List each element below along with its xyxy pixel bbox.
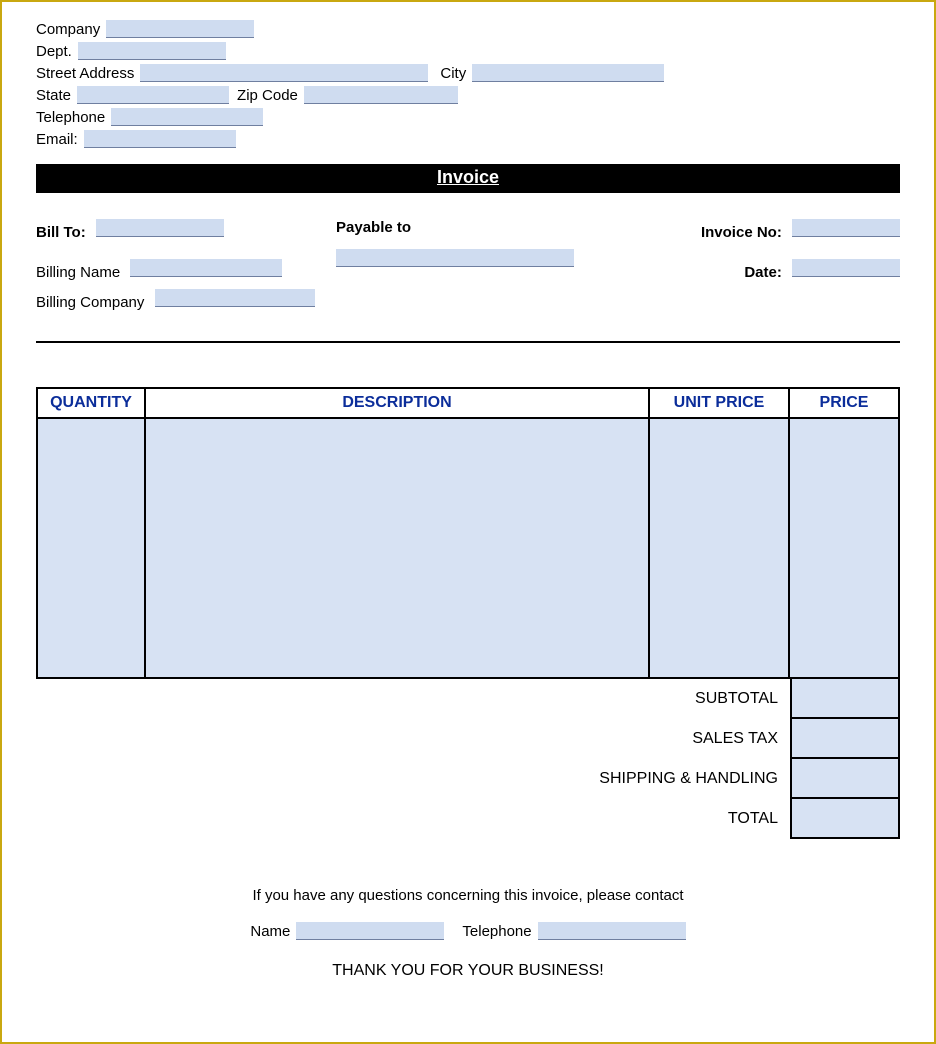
- company-field[interactable]: [106, 20, 254, 38]
- bill-to-label: Bill To:: [36, 224, 86, 241]
- company-label: Company: [36, 21, 100, 38]
- contact-name-field[interactable]: [296, 922, 444, 940]
- zip-label: Zip Code: [237, 87, 298, 104]
- city-label: City: [440, 65, 466, 82]
- contact-name-label: Name: [250, 923, 290, 940]
- table-row: [37, 418, 899, 678]
- invoice-no-label: Invoice No:: [701, 224, 782, 241]
- state-label: State: [36, 87, 71, 104]
- description-cell[interactable]: [145, 418, 649, 678]
- billing-company-label: Billing Company: [36, 294, 144, 311]
- billing-company-field[interactable]: [155, 289, 315, 307]
- phone-field[interactable]: [111, 108, 263, 126]
- city-field[interactable]: [472, 64, 664, 82]
- items-table-wrap: QUANTITY DESCRIPTION UNIT PRICE PRICE SU…: [36, 387, 900, 839]
- bill-to-field[interactable]: [96, 219, 224, 237]
- table-header-row: QUANTITY DESCRIPTION UNIT PRICE PRICE: [37, 388, 899, 418]
- phone-label: Telephone: [36, 109, 105, 126]
- quantity-cell[interactable]: [37, 418, 145, 678]
- shipping-label: SHIPPING & HANDLING: [538, 759, 778, 799]
- price-cell[interactable]: [789, 418, 899, 678]
- items-table: QUANTITY DESCRIPTION UNIT PRICE PRICE: [36, 387, 900, 679]
- unit-price-cell[interactable]: [649, 418, 789, 678]
- total-field[interactable]: [790, 799, 900, 839]
- contact-phone-label: Telephone: [462, 923, 531, 940]
- invoice-no-field[interactable]: [792, 219, 900, 237]
- subtotal-field[interactable]: [790, 679, 900, 719]
- divider: [36, 341, 900, 343]
- dept-field[interactable]: [78, 42, 226, 60]
- header-price: PRICE: [789, 388, 899, 418]
- subtotal-label: SUBTOTAL: [538, 679, 778, 719]
- email-label: Email:: [36, 131, 78, 148]
- payable-to-label: Payable to: [336, 219, 411, 236]
- header-quantity: QUANTITY: [37, 388, 145, 418]
- invoice-page: Company Dept. Street Address City State …: [0, 0, 936, 1044]
- billing-name-field[interactable]: [130, 259, 282, 277]
- date-label: Date:: [744, 264, 782, 281]
- date-field[interactable]: [792, 259, 900, 277]
- header-description: DESCRIPTION: [145, 388, 649, 418]
- footer-block: If you have any questions concerning thi…: [36, 887, 900, 980]
- street-label: Street Address: [36, 65, 134, 82]
- sender-block: Company Dept. Street Address City State …: [36, 20, 900, 148]
- invoice-title-bar: Invoice: [36, 164, 900, 193]
- dept-label: Dept.: [36, 43, 72, 60]
- contact-phone-field[interactable]: [538, 922, 686, 940]
- thank-you-text: THANK YOU FOR YOUR BUSINESS!: [36, 962, 900, 980]
- billing-section: Bill To: Payable to Invoice No: Billing …: [36, 219, 900, 311]
- shipping-field[interactable]: [790, 759, 900, 799]
- totals-block: SUBTOTAL SALES TAX SHIPPING & HANDLING T…: [36, 679, 900, 839]
- billing-name-label: Billing Name: [36, 264, 120, 281]
- street-field[interactable]: [140, 64, 428, 82]
- email-field[interactable]: [84, 130, 236, 148]
- state-field[interactable]: [77, 86, 229, 104]
- header-unit-price: UNIT PRICE: [649, 388, 789, 418]
- sales-tax-field[interactable]: [790, 719, 900, 759]
- sales-tax-label: SALES TAX: [538, 719, 778, 759]
- questions-text: If you have any questions concerning thi…: [36, 887, 900, 904]
- total-label: TOTAL: [538, 799, 778, 839]
- zip-field[interactable]: [304, 86, 458, 104]
